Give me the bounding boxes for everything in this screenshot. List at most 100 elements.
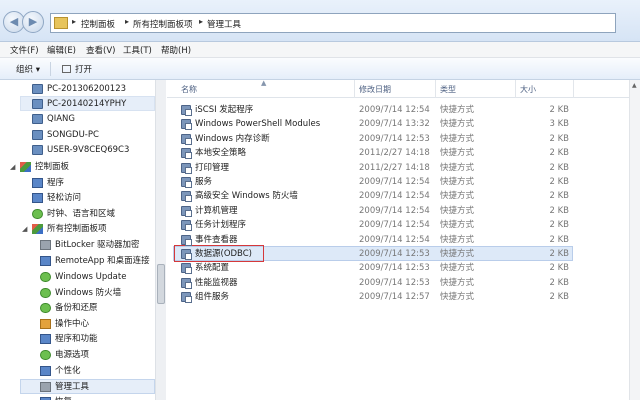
organize-button[interactable]: 组织 ▾: [16, 63, 40, 75]
file-size: 2 KB: [549, 105, 569, 115]
open-button[interactable]: 打开: [58, 61, 96, 77]
breadcrumb-separator: ▸: [199, 17, 204, 26]
file-row[interactable]: Windows 内存诊断 2009/7/14 12:53 快捷方式 2 KB: [175, 132, 575, 146]
file-row[interactable]: iSCSI 发起程序 2009/7/14 12:54 快捷方式 2 KB: [175, 103, 575, 117]
file-name: 性能监视器: [195, 277, 238, 288]
file-row[interactable]: 本地安全策略 2011/2/27 14:18 快捷方式 2 KB: [175, 146, 575, 160]
file-date: 2009/7/14 12:53: [359, 133, 430, 144]
file-type: 快捷方式: [440, 148, 475, 159]
menu-bar: 文件(F) 编辑(E) 查看(V) 工具(T) 帮助(H): [0, 42, 640, 58]
file-row[interactable]: Windows PowerShell Modules 2009/7/14 13:3…: [175, 117, 575, 131]
scroll-up-arrow-icon[interactable]: ▲: [632, 82, 637, 89]
column-divider[interactable]: [435, 80, 436, 98]
file-name: 服务: [195, 177, 213, 187]
shortcut-icon: [181, 249, 192, 260]
menu-help[interactable]: 帮助(H): [161, 44, 191, 56]
nav-all-item[interactable]: BitLocker 驱动器加密: [40, 238, 140, 252]
column-header-size[interactable]: 大小: [520, 84, 536, 95]
nav-cp-item[interactable]: 时钟、语言和区域: [32, 207, 115, 221]
file-row[interactable]: 高级安全 Windows 防火墙 2009/7/14 12:54 快捷方式 2 KB: [175, 189, 575, 203]
file-row[interactable]: 组件服务 2009/7/14 12:57 快捷方式 2 KB: [175, 290, 575, 304]
content-scrollbar[interactable]: ▲: [629, 80, 640, 400]
file-name: 组件服务: [195, 292, 230, 303]
file-size: 2 KB: [549, 177, 569, 187]
nav-label: PC-201306200123: [47, 84, 127, 94]
column-header-date[interactable]: 修改日期: [359, 84, 391, 95]
file-row[interactable]: 打印管理 2011/2/27 14:18 快捷方式 2 KB: [175, 161, 575, 175]
menu-tools[interactable]: 工具(T): [123, 44, 152, 56]
computer-icon: [32, 98, 43, 109]
breadcrumb-all-items[interactable]: 所有控制面板项: [133, 18, 193, 30]
nav-label: 时钟、语言和区域: [47, 209, 116, 219]
column-divider[interactable]: [573, 80, 574, 98]
shortcut-icon: [181, 177, 192, 188]
file-type: 快捷方式: [440, 220, 475, 231]
nav-all-item[interactable]: 程序和功能: [40, 332, 98, 346]
nav-all-item[interactable]: Windows 防火墙: [40, 286, 121, 300]
file-row[interactable]: 计算机管理 2009/7/14 12:54 快捷方式 2 KB: [175, 204, 575, 218]
file-row[interactable]: 性能监视器 2009/7/14 12:53 快捷方式 2 KB: [175, 276, 575, 290]
file-row[interactable]: 事件查看器 2009/7/14 12:54 快捷方式 2 KB: [175, 233, 575, 247]
column-header-type[interactable]: 类型: [440, 84, 456, 95]
shortcut-icon: [181, 263, 192, 275]
shortcut-icon: [181, 148, 192, 160]
nav-computer[interactable]: PC-201306200123: [32, 82, 126, 96]
nav-all-item[interactable]: 个性化: [40, 364, 81, 378]
nav-all-item[interactable]: RemoteApp 和桌面连接: [40, 254, 150, 268]
file-date: 2009/7/14 12:54: [359, 191, 430, 202]
column-header-name[interactable]: 名称: [181, 84, 197, 95]
file-row[interactable]: 任务计划程序 2009/7/14 12:54 快捷方式 2 KB: [175, 218, 575, 232]
breadcrumb-admin-tools[interactable]: 管理工具: [207, 18, 241, 30]
nav-cp-item[interactable]: 轻松访问: [32, 191, 81, 205]
nav-scrollbar[interactable]: [155, 80, 166, 400]
file-size: 2 KB: [549, 263, 569, 274]
all-items-icon: [32, 223, 43, 234]
shortcut-icon: [181, 220, 192, 232]
nav-computer[interactable]: USER-9V8CEQ69C3: [32, 143, 129, 157]
nav-cp-item[interactable]: 所有控制面板项: [32, 222, 107, 236]
column-divider[interactable]: [515, 80, 516, 98]
file-type: 快捷方式: [440, 119, 475, 130]
menu-file[interactable]: 文件(F): [10, 44, 39, 56]
nav-all-item[interactable]: 备份和还原: [40, 301, 98, 315]
file-size: 2 KB: [549, 162, 569, 173]
file-name: 事件查看器: [195, 234, 238, 245]
address-bar[interactable]: ▸ 控制面板 ▸ 所有控制面板项 ▸ 管理工具: [50, 13, 616, 33]
nav-control-panel[interactable]: 控制面板: [20, 160, 69, 174]
nav-all-item[interactable]: Windows Update: [40, 270, 126, 284]
file-name: Windows 内存诊断: [195, 133, 270, 144]
file-name: 系统配置: [195, 263, 230, 274]
file-size: 2 KB: [549, 191, 569, 202]
nav-computer[interactable]: SONGDU-PC: [32, 128, 99, 142]
column-header-row: ▲ 名称 修改日期 类型 大小: [167, 79, 629, 98]
file-date: 2009/7/14 12:53: [359, 277, 430, 288]
nav-computer[interactable]: QIANG: [32, 112, 75, 126]
nav-all-item-selected[interactable]: 管理工具: [40, 380, 89, 394]
windows-update-icon: [40, 271, 51, 282]
file-size: 2 KB: [549, 292, 569, 303]
menu-view[interactable]: 查看(V): [86, 44, 115, 56]
column-divider[interactable]: [354, 80, 355, 98]
file-type: 快捷方式: [440, 263, 475, 274]
nav-computer[interactable]: PC-20140214YPHY: [32, 97, 126, 111]
file-name: 任务计划程序: [195, 220, 247, 231]
personalization-icon: [40, 365, 51, 376]
breadcrumb-control-panel[interactable]: 控制面板: [81, 18, 115, 30]
shortcut-icon: [181, 277, 192, 289]
nav-all-item[interactable]: 恢复: [40, 395, 72, 400]
expand-arrow-icon[interactable]: ◢: [22, 225, 27, 233]
nav-all-item[interactable]: 操作中心: [40, 317, 89, 331]
computer-icon: [32, 113, 43, 124]
file-row[interactable]: 服务 2009/7/14 12:54 快捷方式 2 KB: [175, 175, 575, 189]
expand-arrow-icon[interactable]: ◢: [10, 163, 15, 171]
file-type: 快捷方式: [440, 234, 475, 245]
nav-scroll-thumb[interactable]: [157, 264, 165, 304]
forward-button[interactable]: ▶: [22, 11, 44, 33]
nav-cp-item[interactable]: 程序: [32, 176, 64, 190]
file-row-selected[interactable]: 数据源(ODBC) 2009/7/14 12:53 快捷方式 2 KB: [175, 247, 575, 261]
sort-ascending-icon: ▲: [261, 79, 267, 87]
menu-edit[interactable]: 编辑(E): [47, 44, 76, 56]
nav-all-item[interactable]: 电源选项: [40, 348, 89, 362]
file-row[interactable]: 系统配置 2009/7/14 12:53 快捷方式 2 KB: [175, 261, 575, 275]
file-size: 2 KB: [549, 205, 569, 216]
